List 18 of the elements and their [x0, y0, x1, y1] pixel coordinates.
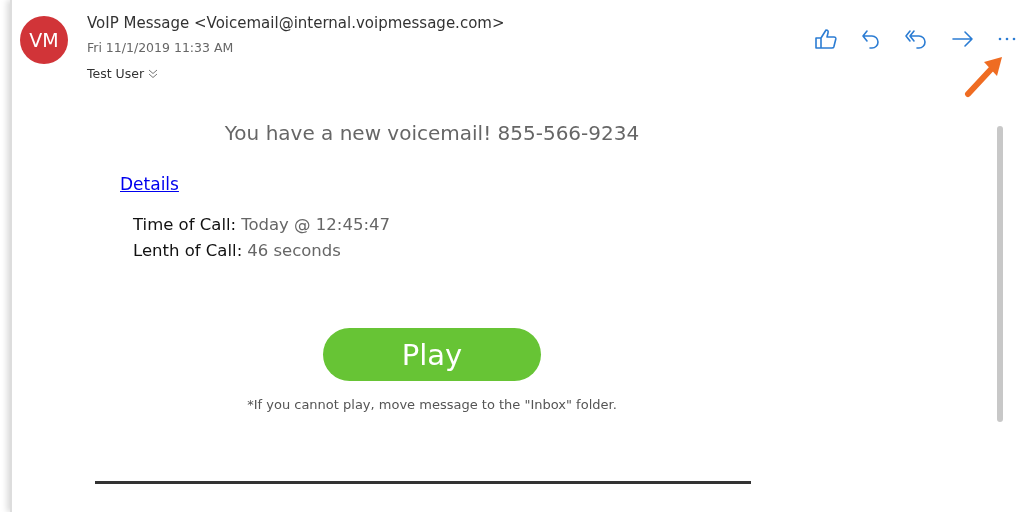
expand-chevron-icon[interactable]: [148, 69, 159, 79]
recipient: Test User: [87, 65, 145, 83]
field-label: Lenth of Call:: [133, 240, 243, 262]
details-link[interactable]: Details: [120, 174, 179, 194]
scrollbar[interactable]: [997, 126, 1003, 422]
reply-all-icon[interactable]: [904, 28, 928, 50]
sender-name: VoIP Message <Voicemail@internal.voipmessage.com>: [87, 13, 505, 34]
reply-icon[interactable]: [861, 28, 881, 50]
play-note: *If you cannot play, move message to the "Inbox" folder.: [246, 397, 618, 412]
more-icon[interactable]: [998, 36, 1016, 42]
thumbs-up-icon[interactable]: [814, 28, 838, 50]
field-value: Today @ 12:45:47: [241, 214, 390, 236]
sent-date: Fri 11/1/2019 11:33 AM: [87, 39, 235, 57]
forward-arrow-icon[interactable]: [951, 28, 975, 50]
field-label: Time of Call:: [133, 214, 237, 236]
field-value: 46 seconds: [247, 240, 341, 262]
headline: You have a new voicemail! 855-566-9234: [223, 120, 641, 146]
avatar: VM: [20, 16, 68, 64]
